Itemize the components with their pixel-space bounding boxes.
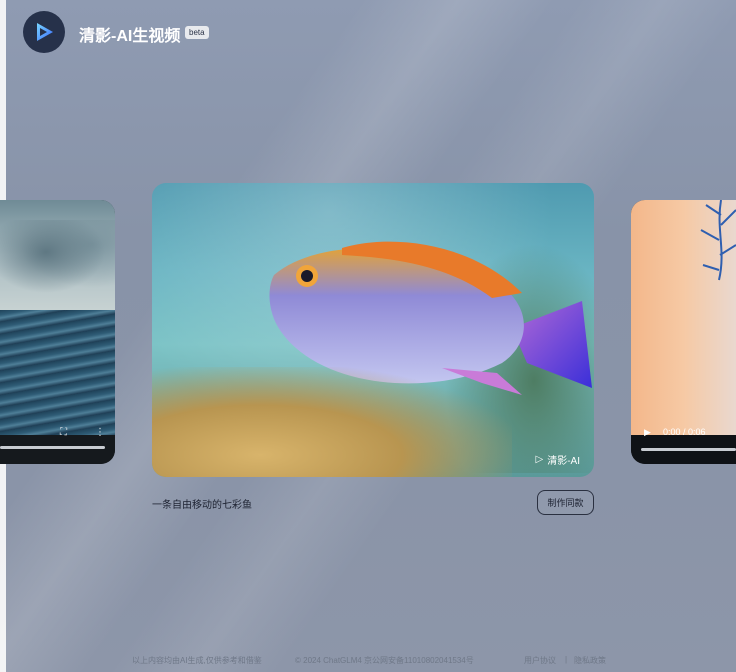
video-thumbnail-clouds bbox=[0, 220, 115, 300]
play-logo-icon bbox=[37, 23, 53, 41]
more-options-icon[interactable]: ⋮ bbox=[95, 428, 105, 438]
video-card-center[interactable]: ▷ 清影-AI bbox=[152, 183, 594, 477]
watermark-text: 清影-AI bbox=[547, 456, 580, 467]
footer-separator: | bbox=[565, 655, 568, 664]
video-description: 一条自由移动的七彩鱼 bbox=[152, 500, 252, 511]
video-thumbnail-sea bbox=[0, 310, 115, 435]
footer-user-agreement-link[interactable]: 用户协议 bbox=[524, 655, 556, 666]
video-card-right[interactable]: ▶ 0:00 / 0:06 bbox=[631, 200, 736, 464]
video-thumbnail-plant bbox=[700, 200, 736, 281]
fullscreen-icon[interactable]: ⛶ bbox=[60, 428, 67, 438]
footer-copyright: © 2024 ChatGLM4 京公网安备11010802041534号 bbox=[295, 656, 474, 665]
video-progress-bar[interactable] bbox=[641, 448, 736, 451]
video-thumbnail-coral bbox=[152, 367, 512, 477]
beta-badge: beta bbox=[185, 26, 209, 39]
footer-privacy-policy-link[interactable]: 隐私政策 bbox=[574, 655, 606, 666]
footer-disclaimer: 以上内容均由AI生成,仅供参考和借鉴 bbox=[132, 656, 262, 665]
brand-title[interactable]: 清影-AI生视频 bbox=[79, 22, 180, 46]
watermark-play-icon: ▷ bbox=[535, 454, 544, 465]
video-progress-bar[interactable] bbox=[0, 446, 105, 449]
logo[interactable] bbox=[23, 11, 65, 53]
watermark: ▷ 清影-AI bbox=[536, 452, 580, 467]
video-card-left[interactable]: ⛶ ⋮ bbox=[0, 200, 115, 464]
make-same-button[interactable]: 制作同款 bbox=[537, 490, 594, 515]
play-icon[interactable]: ▶ bbox=[644, 427, 651, 438]
video-time: 0:00 / 0:06 bbox=[663, 427, 706, 437]
video-controls-bar bbox=[0, 435, 115, 464]
